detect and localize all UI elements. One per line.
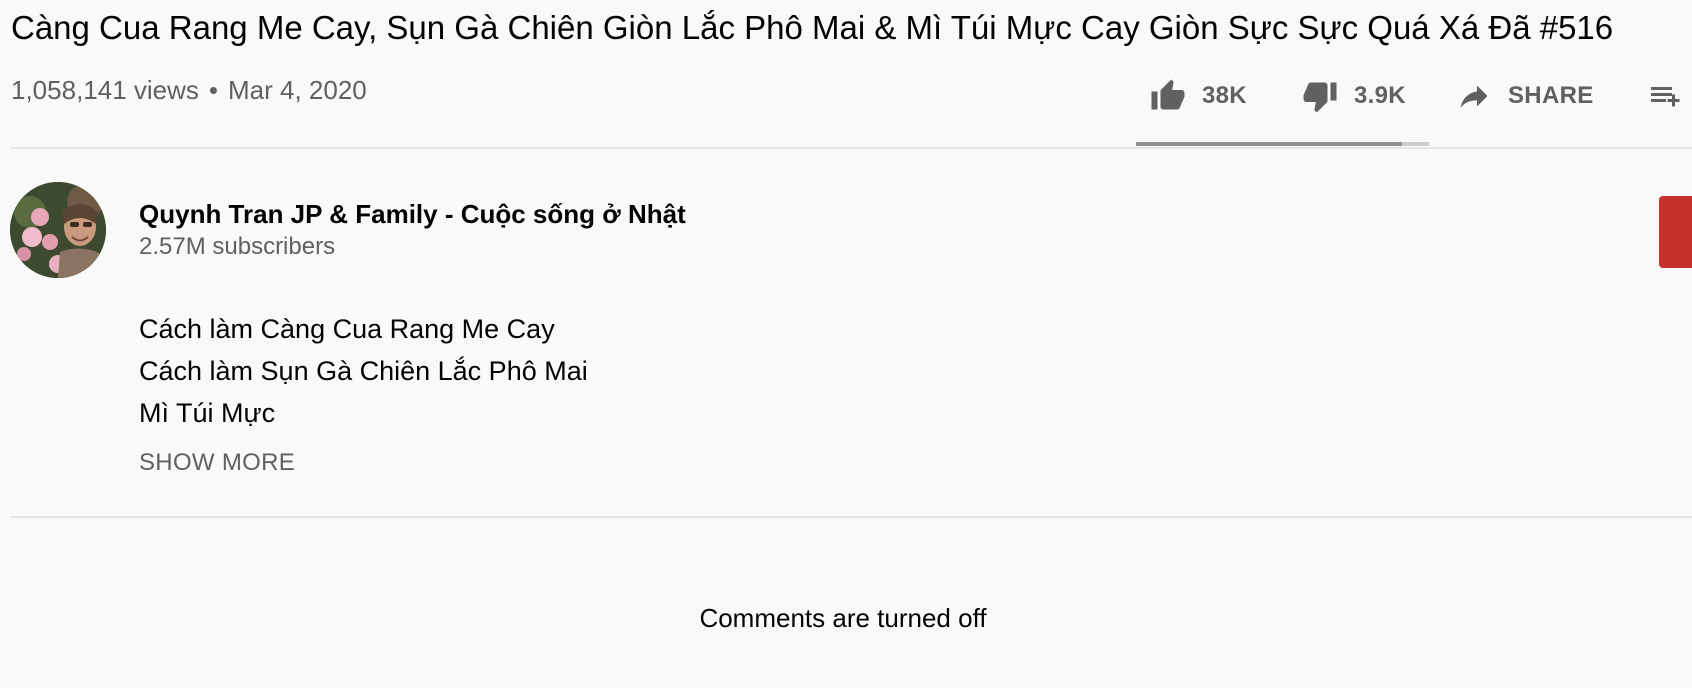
show-more-button[interactable]: SHOW MORE	[139, 446, 295, 480]
description-line: Mì Túi Mực	[139, 398, 276, 428]
channel-name[interactable]: Quynh Tran JP & Family - Cuộc sống ở Nhậ…	[139, 196, 686, 232]
divider	[11, 147, 1692, 149]
playlist-add-icon	[1651, 87, 1680, 107]
dislike-count: 3.9K	[1354, 82, 1406, 109]
comments-disabled-notice: Comments are turned off	[0, 600, 1692, 636]
share-label: SHARE	[1508, 82, 1594, 109]
video-description: Cách làm Càng Cua Rang Me Cay Cách làm S…	[139, 308, 588, 434]
subscriber-count: 2.57M subscribers	[139, 233, 336, 260]
like-dislike-ratio-bar	[1136, 142, 1429, 146]
comments-status: Comments are turned off	[699, 603, 987, 633]
share-arrow-icon	[1460, 85, 1488, 108]
thumbs-down-icon	[1303, 82, 1337, 113]
view-count: 1,058,141 views	[11, 75, 199, 105]
channel-avatar[interactable]	[10, 182, 106, 278]
subscribe-button[interactable]	[1659, 196, 1692, 268]
description-line: Cách làm Sụn Gà Chiên Lắc Phô Mai	[139, 356, 588, 386]
divider	[11, 516, 1692, 518]
like-ratio-fill	[1136, 142, 1402, 146]
description-line: Cách làm Càng Cua Rang Me Cay	[139, 314, 555, 344]
publish-date: Mar 4, 2020	[228, 75, 367, 105]
meta-separator: •	[208, 75, 219, 105]
thumbs-up-icon	[1151, 79, 1185, 110]
video-page: Càng Cua Rang Me Cay, Sụn Gà Chiên Giòn …	[0, 0, 1692, 688]
dislike-button[interactable]: 3.9K	[1302, 72, 1406, 120]
avatar-image	[10, 182, 106, 278]
video-title: Càng Cua Rang Me Cay, Sụn Gà Chiên Giòn …	[11, 9, 1614, 46]
like-count: 38K	[1202, 82, 1247, 109]
share-button[interactable]: SHARE	[1456, 72, 1594, 120]
like-button[interactable]: 38K	[1150, 72, 1247, 120]
save-to-playlist-button[interactable]	[1646, 72, 1686, 120]
video-meta: 1,058,141 views • Mar 4, 2020	[11, 72, 367, 108]
